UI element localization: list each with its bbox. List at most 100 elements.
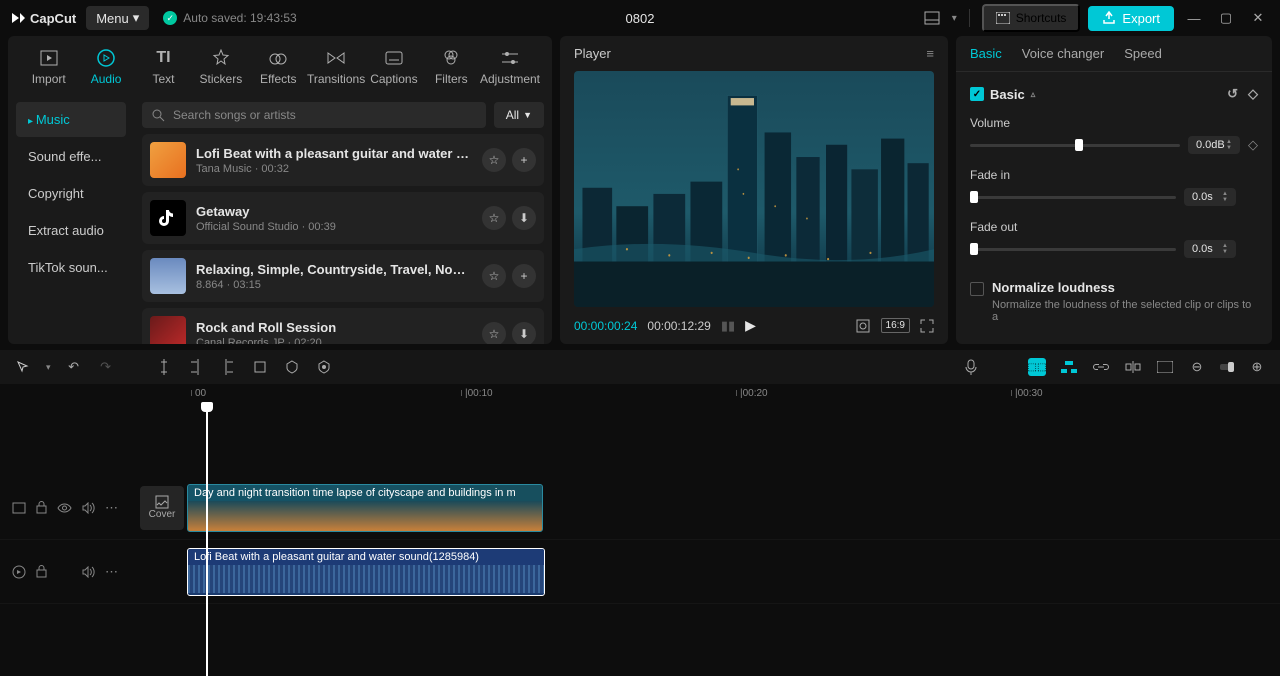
crop-icon[interactable] [855,318,871,334]
undo-button[interactable]: ↶ [65,358,83,376]
split-right-button[interactable] [219,358,237,376]
zoom-in-button[interactable]: ⊕ [1248,358,1266,376]
split-button[interactable] [155,358,173,376]
sidebar-item-copyright[interactable]: Copyright [16,176,126,211]
rp-tab-voice-changer[interactable]: Voice changer [1022,46,1104,61]
add-button[interactable]: + [512,264,536,288]
tab-effects[interactable]: Effects [250,44,307,90]
track-more-icon[interactable]: ⋯ [105,500,118,516]
song-row[interactable]: Rock and Roll SessionCanal Records JP · … [142,308,544,344]
favorite-button[interactable]: ☆ [482,264,506,288]
favorite-button[interactable]: ☆ [482,148,506,172]
sidebar-item-sound-effects[interactable]: Sound effe... [16,139,126,174]
split-left-button[interactable] [187,358,205,376]
song-thumb [150,200,186,236]
track-more-icon[interactable]: ⋯ [105,564,118,580]
song-row[interactable]: Relaxing, Simple, Countryside, Travel, N… [142,250,544,302]
maximize-button[interactable]: ▢ [1214,6,1238,30]
track-audio-icon[interactable] [12,565,26,579]
track-lock-icon[interactable] [36,501,47,514]
tab-captions[interactable]: Captions [365,44,422,90]
track-visible-icon[interactable] [57,503,72,513]
player-menu-icon[interactable]: ≡ [926,46,934,61]
reset-icon[interactable]: ↺ [1227,86,1238,102]
playhead[interactable] [206,406,208,676]
crop-button[interactable] [251,358,269,376]
mic-button[interactable] [962,358,980,376]
redo-button[interactable]: ↷ [97,358,115,376]
timeline-ruler[interactable]: 00 |00:10 |00:20 |00:30 [136,384,1280,406]
rp-tab-speed[interactable]: Speed [1124,46,1162,61]
zoom-slider[interactable] [1220,364,1234,370]
tab-import[interactable]: Import [20,44,77,90]
song-title: Rock and Roll Session [196,320,472,335]
play-button[interactable]: ▶ [745,317,756,334]
menu-button[interactable]: Menu▾ [86,6,149,30]
song-thumb [150,142,186,178]
pointer-tool[interactable] [14,358,32,376]
song-subtitle: 8.864 · 03:15 [196,279,472,291]
minimize-button[interactable]: — [1182,6,1206,30]
comparison-icon[interactable]: ▮▮ [721,318,735,334]
normalize-checkbox[interactable] [970,282,984,296]
magnet-toggle[interactable]: ⬚⬚ [1028,358,1046,376]
tab-adjustment[interactable]: Adjustment [480,44,540,90]
track-mute-icon[interactable] [82,566,95,578]
player-preview[interactable] [574,71,934,307]
tab-stickers[interactable]: Stickers [192,44,249,90]
song-title: Getaway [196,204,472,219]
normalize-description: Normalize the loudness of the selected c… [992,299,1258,323]
fadein-value[interactable]: 0.0s▲▼ [1184,188,1236,206]
link-button[interactable] [1092,358,1110,376]
mark-in-button[interactable] [283,358,301,376]
song-title: Relaxing, Simple, Countryside, Travel, N… [196,262,472,277]
track-mute-icon[interactable] [82,502,95,514]
download-button[interactable]: ⬇ [512,206,536,230]
fadeout-slider[interactable] [970,248,1176,251]
favorite-button[interactable]: ☆ [482,322,506,344]
video-clip[interactable]: Day and night transition time lapse of c… [187,484,543,532]
add-button[interactable]: + [512,148,536,172]
audio-clip[interactable]: Lofi Beat with a pleasant guitar and wat… [187,548,545,596]
tab-filters[interactable]: Filters [423,44,480,90]
tab-audio[interactable]: Audio [77,44,134,90]
basic-checkbox[interactable]: ✓ [970,87,984,101]
shortcuts-button[interactable]: Shortcuts [982,4,1081,32]
media-tabs: Import Audio TIText Stickers Effects Tra… [8,36,552,94]
mark-out-button[interactable] [315,358,333,376]
tab-transitions[interactable]: Transitions [307,44,365,90]
song-subtitle: Official Sound Studio · 00:39 [196,221,472,233]
rp-tab-basic[interactable]: Basic [970,46,1002,61]
song-row[interactable]: Lofi Beat with a pleasant guitar and wat… [142,134,544,186]
favorite-button[interactable]: ☆ [482,206,506,230]
close-button[interactable]: ✕ [1246,6,1270,30]
app-logo: CapCut [10,10,76,26]
volume-keyframe-icon[interactable]: ◇ [1248,137,1258,153]
sidebar-item-music[interactable]: Music [16,102,126,137]
keyboard-icon[interactable] [1156,358,1174,376]
cover-button[interactable]: Cover [140,486,184,530]
fadein-slider[interactable] [970,196,1176,199]
filter-all-button[interactable]: All ▼ [494,102,544,128]
track-lock-icon[interactable] [36,565,47,578]
sidebar-item-extract-audio[interactable]: Extract audio [16,213,126,248]
preview-render-button[interactable] [1124,358,1142,376]
volume-slider[interactable] [970,144,1180,147]
download-button[interactable]: ⬇ [512,322,536,344]
auto-snap-toggle[interactable] [1060,358,1078,376]
zoom-out-button[interactable]: ⊖ [1188,358,1206,376]
search-input[interactable]: Search songs or artists [142,102,486,128]
track-toggle-icon[interactable] [12,502,26,514]
export-button[interactable]: Export [1088,6,1174,31]
search-icon [152,109,165,122]
tab-text[interactable]: TIText [135,44,192,90]
keyframe-icon[interactable]: ◇ [1248,86,1258,102]
aspect-ratio[interactable]: 16:9 [881,318,910,333]
fadeout-value[interactable]: 0.0s▲▼ [1184,240,1236,258]
layout-icon[interactable] [920,6,944,30]
fullscreen-icon[interactable] [920,319,934,333]
sidebar-item-tiktok-sounds[interactable]: TikTok soun... [16,250,126,285]
timecode-total: 00:00:12:29 [647,319,710,333]
volume-value[interactable]: 0.0dB▲▼ [1188,136,1240,154]
song-row[interactable]: Getaway Official Sound Studio · 00:39 ☆⬇ [142,192,544,244]
